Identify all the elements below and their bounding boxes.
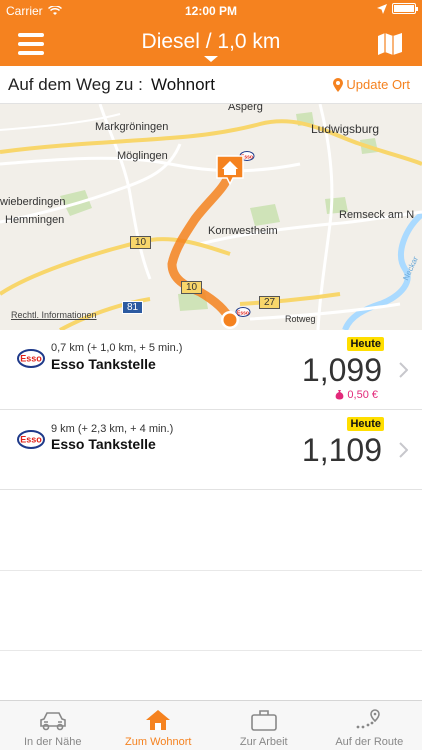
price-date-badge: Heute [347,337,384,351]
road-sign: 81 [122,301,144,314]
station-row[interactable]: Esso 9 km (+ 2,3 km, + 4 min.) Esso Tank… [0,410,422,490]
map-place-label: Markgröningen [95,121,169,133]
station-distance: 0,7 km (+ 1,0 km, + 5 min.) [51,342,183,354]
map-place-label: Hemmingen [5,214,65,226]
fuel-radius-selector[interactable]: Diesel / 1,0 km [100,30,322,54]
map-place-label: Ludwigsburg [311,122,380,136]
hamburger-icon-line [18,42,44,46]
map-place-label: Rotweg [285,314,316,324]
route-icon [356,709,381,729]
esso-logo-icon: Esso [17,430,45,449]
tab-label: Zur Arbeit [239,736,288,748]
saving-info: 0,50 € [335,389,378,401]
tab-home[interactable]: Zum Wohnort [106,701,212,750]
station-price: 1,109 [301,432,382,468]
route-map[interactable]: Esso Esso Asperg Markgröningen Ludwigsbu… [0,104,422,330]
saving-amount: 0,50 € [347,389,378,401]
destination-name: Wohnort [151,75,215,94]
tab-label: Auf der Route [335,736,404,748]
status-time: 12:00 PM [184,4,238,18]
hamburger-icon-line [18,33,44,37]
location-pin-icon [333,77,344,92]
station-name: Esso Tankstelle [51,436,156,452]
menu-button[interactable] [18,33,44,55]
list-separator [0,570,422,571]
money-bag-icon [336,390,344,400]
battery-icon [392,3,418,14]
legal-info-link[interactable]: Rechtl. Informationen [11,310,97,320]
destination-bar: Auf dem Weg zu : Wohnort Update Ort [0,66,422,104]
station-price: 1,099 [301,352,382,388]
station-distance: 9 km (+ 2,3 km, + 4 min.) [51,423,174,435]
destination-prefix: Auf dem Weg zu : [8,75,143,94]
road-sign: 10 [130,236,152,249]
location-arrow-icon [377,3,387,14]
car-icon [39,712,66,731]
esso-logo-icon: Esso [17,349,45,368]
status-right [377,3,418,14]
map-place-label: wieberdingen [0,196,66,208]
update-location-label: Update Ort [346,77,410,92]
esso-logo-text: Esso [20,435,42,445]
briefcase-icon [250,710,277,731]
price-date-badge: Heute [347,417,384,431]
tab-label: In der Nähe [24,736,82,748]
map-button[interactable] [378,33,402,55]
dropdown-caret-icon [204,56,218,62]
tab-label: Zum Wohnort [125,736,192,748]
hamburger-icon-line [18,51,44,55]
update-location-button[interactable]: Update Ort [333,77,410,92]
chevron-right-icon [399,442,408,458]
chevron-right-icon [399,362,408,378]
road-sign: 10 [181,281,203,294]
tab-bar: In der Nähe Zum Wohnort Zur Arbeit Auf d… [0,700,422,750]
tab-work[interactable]: Zur Arbeit [211,701,317,750]
list-separator [0,650,422,651]
road-sign: 27 [259,296,281,309]
svg-text:Esso: Esso [237,311,249,317]
map-place-label: Möglingen [117,150,168,162]
home-icon [146,710,171,730]
station-row[interactable]: Esso 0,7 km (+ 1,0 km, + 5 min.) Esso Ta… [0,330,422,410]
tab-nearby[interactable]: In der Nähe [0,701,106,750]
map-place-label: Kornwestheim [208,225,278,237]
tab-route[interactable]: Auf der Route [317,701,422,750]
station-name: Esso Tankstelle [51,356,156,372]
app-screen: Carrier 12:00 PM Diesel / 1,0 km Auf dem… [0,0,422,750]
nav-bar: Diesel / 1,0 km [0,22,422,66]
status-bar: Carrier 12:00 PM [0,0,422,22]
map-place-label: Asperg [228,104,263,113]
esso-logo-text: Esso [20,354,42,364]
map-place-label: Remseck am N [339,209,415,221]
